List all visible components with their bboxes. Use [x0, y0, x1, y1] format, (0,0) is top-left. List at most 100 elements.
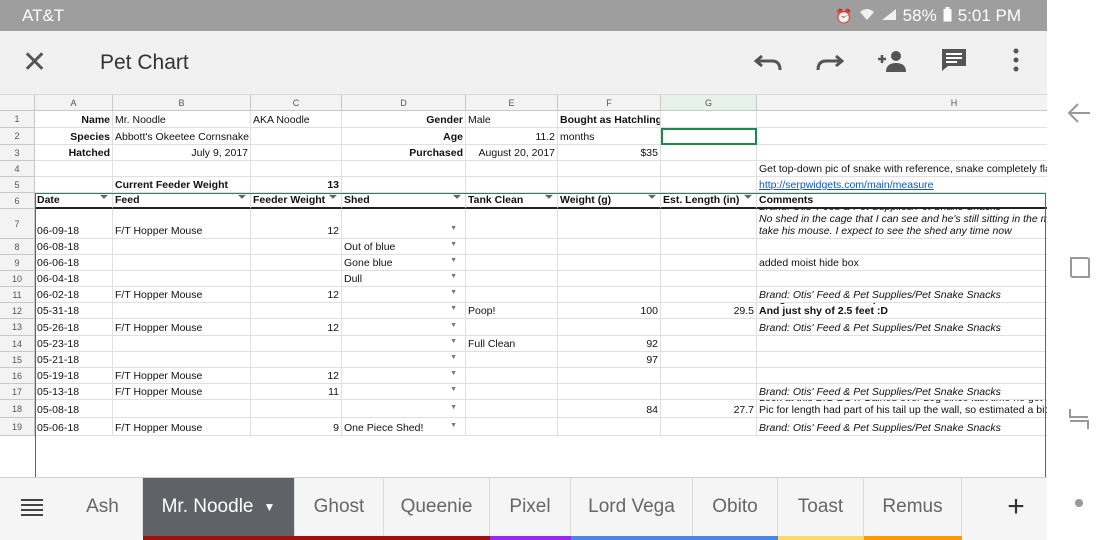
cell-g9[interactable] [661, 255, 757, 271]
cell-c9[interactable] [251, 255, 342, 271]
row-header[interactable]: 17 [0, 384, 35, 400]
cell-c13[interactable]: 12 [251, 319, 342, 336]
cell-a2[interactable]: Species [35, 128, 113, 145]
cell-e7[interactable] [466, 209, 558, 239]
cell-a11[interactable]: 06-02-18 [35, 287, 113, 303]
cell-b19[interactable]: F/T Hopper Mouse [113, 418, 251, 436]
cell-d17[interactable]: ▼ [342, 384, 466, 400]
sheet-tab-obito[interactable]: Obito [693, 478, 778, 536]
cell-f13[interactable] [558, 319, 661, 336]
dropdown-arrow-icon[interactable]: ▼ [450, 287, 457, 299]
cell-c19[interactable]: 9 [251, 418, 342, 436]
cell-c6[interactable]: Feeder Weight ⏷ [251, 193, 342, 209]
cell-b6[interactable]: Feed ⏷ [113, 193, 251, 209]
cell-f17[interactable] [558, 384, 661, 400]
dropdown-arrow-icon[interactable]: ▼ [450, 255, 457, 267]
cell-b4[interactable] [113, 161, 251, 177]
column-header-d[interactable]: D [342, 95, 466, 111]
cell-d6[interactable]: Shed ⏷ [342, 193, 466, 209]
cell-c2[interactable] [251, 128, 342, 145]
cell-h9[interactable]: added moist hide box [757, 255, 1047, 271]
cell-f7[interactable] [558, 209, 661, 239]
cell-b13[interactable]: F/T Hopper Mouse [113, 319, 251, 336]
cell-a9[interactable]: 06-06-18 [35, 255, 113, 271]
cell-d16[interactable]: ▼ [342, 368, 466, 384]
cell-g5[interactable] [661, 177, 757, 193]
cell-e9[interactable] [466, 255, 558, 271]
sheet-tab-toast[interactable]: Toast [778, 478, 864, 536]
cell-d7[interactable]: ▼ [342, 209, 466, 239]
cell-g19[interactable] [661, 418, 757, 436]
dropdown-arrow-icon[interactable]: ▼ [450, 320, 457, 332]
cell-d13[interactable]: ▼ [342, 319, 466, 336]
cell-c11[interactable]: 12 [251, 287, 342, 303]
cell-d5[interactable] [342, 177, 466, 193]
cell-b10[interactable] [113, 271, 251, 287]
cell-d9[interactable]: Gone blue ▼ [342, 255, 466, 271]
row-header[interactable]: 18 [0, 400, 35, 418]
row-header[interactable]: 14 [0, 336, 35, 352]
cell-f1[interactable]: Bought as Hatchling [558, 111, 661, 128]
cell-h12[interactable]: 100 gram milestone!~ :)And just shy of 2… [757, 303, 1047, 319]
cell-h15[interactable] [757, 352, 1047, 368]
back-icon[interactable] [1047, 100, 1110, 131]
cell-f4[interactable] [558, 161, 661, 177]
switch-icon[interactable] [1047, 405, 1110, 436]
cell-h1[interactable] [757, 111, 1047, 128]
cell-g16[interactable] [661, 368, 757, 384]
cell-g4[interactable] [661, 161, 757, 177]
cell-a16[interactable]: 05-19-18 [35, 368, 113, 384]
plus-icon[interactable]: + [985, 478, 1047, 536]
dropdown-arrow-icon[interactable]: ▼ [450, 223, 457, 235]
cell-g13[interactable] [661, 319, 757, 336]
cell-h4[interactable]: Get top-down pic of snake with reference… [757, 161, 1047, 177]
cell-e4[interactable] [466, 161, 558, 177]
row-header[interactable]: 15 [0, 352, 35, 368]
sheet-tab-remus[interactable]: Remus [864, 478, 962, 536]
cell-f2[interactable]: months [558, 128, 661, 145]
row-header[interactable]: 7 [0, 209, 35, 239]
spreadsheet-grid[interactable]: A B C D E F G H 1 Name Mr. Noodle AKA Noodle Gender M… [0, 95, 1047, 477]
cell-g17[interactable] [661, 384, 757, 400]
cell-b5[interactable]: Current Feeder Weight [113, 177, 251, 193]
sheet-tab-mr-noodle[interactable]: Mr. Noodle ▼ [143, 478, 295, 536]
cell-g15[interactable] [661, 352, 757, 368]
dropdown-arrow-icon[interactable]: ▼ [450, 402, 457, 414]
cell-g14[interactable] [661, 336, 757, 352]
cell-e13[interactable] [466, 319, 558, 336]
cell-f8[interactable] [558, 239, 661, 255]
cell-c1[interactable]: AKA Noodle [251, 111, 342, 128]
cell-d4[interactable] [342, 161, 466, 177]
cell-c17[interactable]: 11 [251, 384, 342, 400]
filter-icon[interactable]: ⏷ [238, 193, 246, 204]
cell-d11[interactable]: ▼ [342, 287, 466, 303]
column-header-f[interactable]: F [558, 95, 661, 111]
cell-d10[interactable]: Dull ▼ [342, 271, 466, 287]
dropdown-arrow-icon[interactable]: ▼ [450, 336, 457, 348]
cell-e18[interactable] [466, 400, 558, 418]
cell-a12[interactable]: 05-31-18 [35, 303, 113, 319]
cell-a10[interactable]: 06-04-18 [35, 271, 113, 287]
cell-g11[interactable] [661, 287, 757, 303]
row-header[interactable]: 4 [0, 161, 35, 177]
cell-b11[interactable]: F/T Hopper Mouse [113, 287, 251, 303]
cell-e19[interactable] [466, 418, 558, 436]
cell-b1[interactable]: Mr. Noodle [113, 111, 251, 128]
cell-e14[interactable]: Full Clean [466, 336, 558, 352]
cell-b7[interactable]: F/T Hopper Mouse [113, 209, 251, 239]
cell-b18[interactable] [113, 400, 251, 418]
cell-h8[interactable] [757, 239, 1047, 255]
more-icon[interactable] [985, 48, 1047, 79]
cell-a19[interactable]: 05-06-18 [35, 418, 113, 436]
column-header-a[interactable]: A [35, 95, 113, 111]
filter-icon[interactable]: ⏷ [545, 193, 553, 204]
cell-e11[interactable] [466, 287, 558, 303]
row-header[interactable]: 8 [0, 239, 35, 255]
row-header[interactable]: 10 [0, 271, 35, 287]
cell-f6[interactable]: Weight (g) ⏷ [558, 193, 661, 209]
cell-f3[interactable]: $35 [558, 145, 661, 161]
cell-g8[interactable] [661, 239, 757, 255]
cell-h3[interactable] [757, 145, 1047, 161]
undo-icon[interactable] [737, 48, 799, 79]
cell-f11[interactable] [558, 287, 661, 303]
